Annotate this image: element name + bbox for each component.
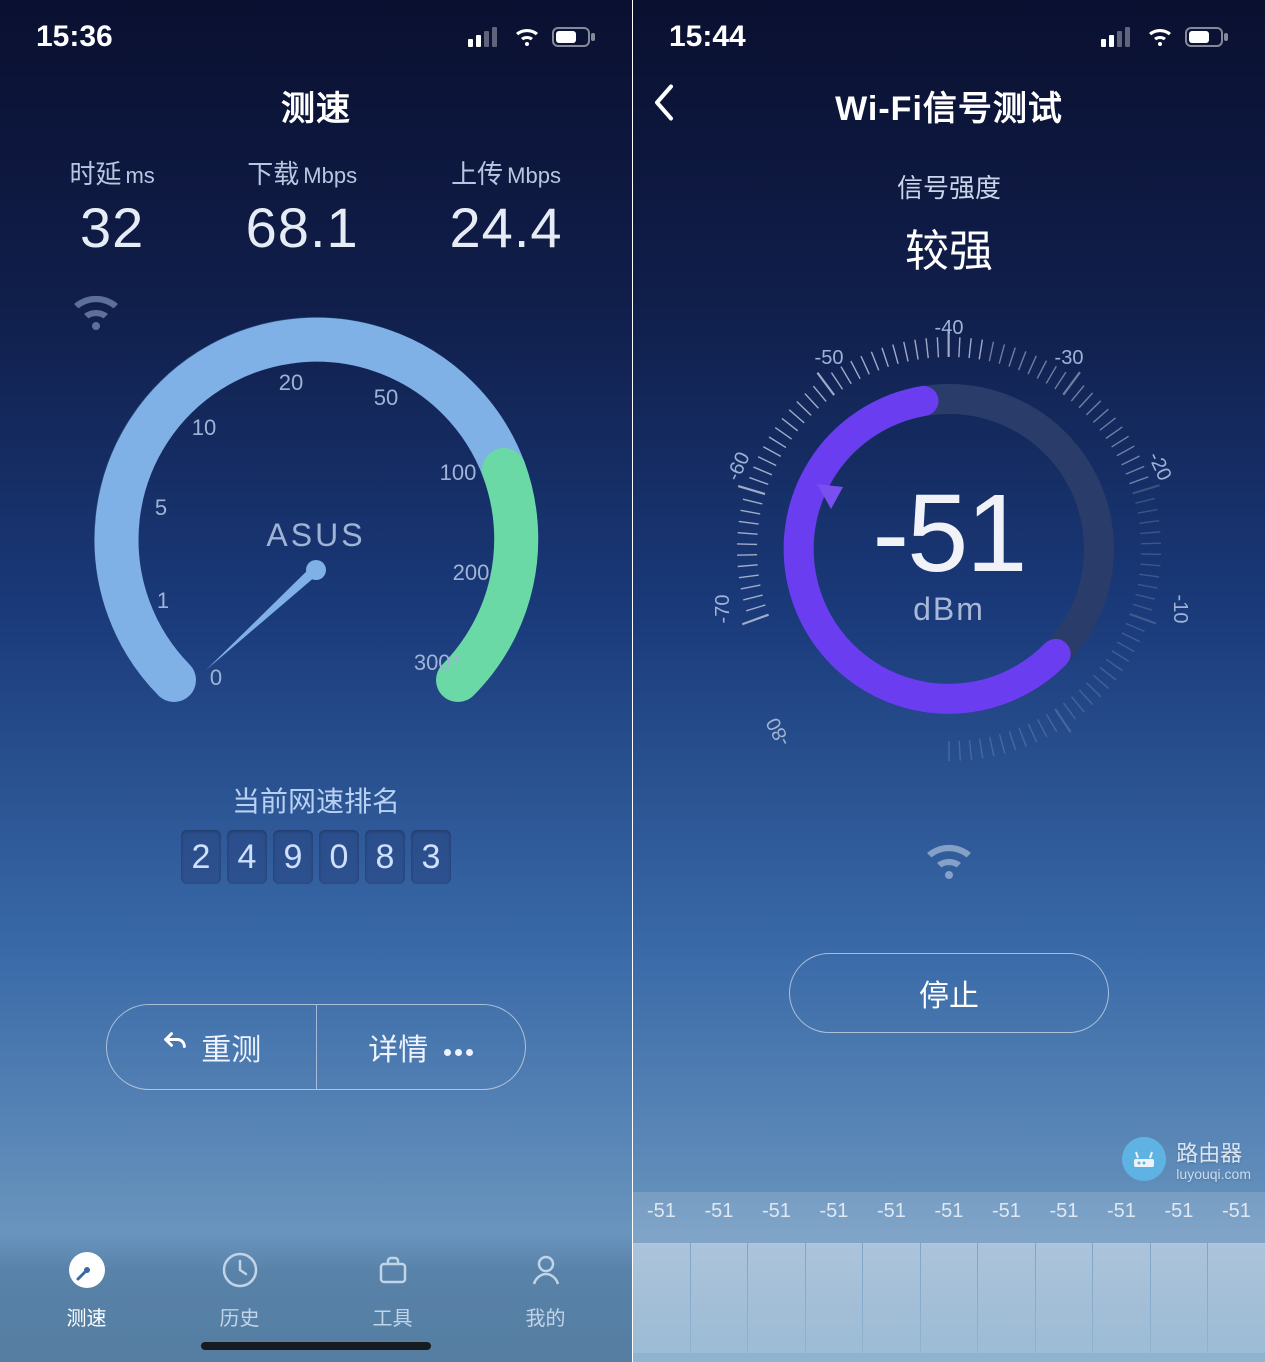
person-icon: [526, 1250, 566, 1296]
history-bar: [978, 1243, 1035, 1354]
watermark-brand: 路由器: [1176, 1141, 1242, 1166]
back-button[interactable]: [651, 83, 677, 128]
history-value: -51: [935, 1200, 964, 1223]
watermark-sub: luyouqi.com: [1176, 1166, 1251, 1182]
stop-label: 停止: [919, 971, 979, 1015]
status-time: 15:36: [36, 20, 113, 54]
strength-level: 较强: [633, 215, 1265, 279]
tab-label: 我的: [526, 1302, 566, 1331]
history-value: -51: [647, 1200, 676, 1223]
more-icon: [440, 1030, 473, 1064]
history-bar: [1151, 1243, 1208, 1354]
tab-label: 工具: [373, 1302, 413, 1331]
retest-button[interactable]: 重测: [107, 1005, 316, 1089]
details-label: 详情: [368, 1025, 428, 1069]
history-value: -51: [877, 1200, 906, 1223]
history-value: -51: [1165, 1200, 1194, 1223]
history-bar: [748, 1243, 805, 1354]
rank-digit: 4: [227, 830, 267, 884]
network-name: ASUS: [266, 517, 365, 554]
download-stat: 下载Mbps 68.1: [246, 154, 359, 260]
rank-digit: 9: [273, 830, 313, 884]
briefcase-icon: [373, 1250, 413, 1296]
history-value: -51: [762, 1200, 791, 1223]
history-bar: [921, 1243, 978, 1354]
history-value: -51: [1050, 1200, 1079, 1223]
history-value: -51: [1107, 1200, 1136, 1223]
rank-digit: 0: [319, 830, 359, 884]
wifi-icon: [512, 26, 542, 48]
clock-icon: [220, 1250, 260, 1296]
download-unit: Mbps: [303, 163, 357, 188]
history-bar: [633, 1243, 690, 1354]
tab-label: 测速: [67, 1302, 107, 1331]
battery-icon: [1185, 26, 1229, 48]
header: Wi-Fi信号测试: [633, 70, 1265, 140]
strength-label: 信号强度: [633, 168, 1265, 205]
tab-label: 历史: [220, 1302, 260, 1331]
upload-label: 上传: [451, 159, 503, 189]
history-bar: [1093, 1243, 1150, 1354]
tab-mine[interactable]: 我的: [526, 1250, 566, 1331]
action-pill: 重测 详情: [106, 1004, 526, 1090]
home-indicator[interactable]: [201, 1342, 431, 1350]
download-label: 下载: [247, 159, 299, 189]
latency-value: 32: [69, 195, 154, 260]
history-value: -51: [705, 1200, 734, 1223]
wifi-icon: [1145, 26, 1175, 48]
watermark: 路由器 luyouqi.com: [1122, 1136, 1251, 1182]
details-button[interactable]: 详情: [317, 1005, 526, 1089]
battery-icon: [552, 26, 596, 48]
undo-icon: [161, 1029, 189, 1065]
header: 测速: [0, 70, 632, 140]
signal-gauge: -40 -50 -30 -60 -20 -70 -10 -80 -51 dBm: [689, 289, 1209, 809]
rank-digit: 2: [181, 830, 221, 884]
status-bar: 15:36: [0, 0, 632, 60]
history-bar: [806, 1243, 863, 1354]
router-logo-icon: [1122, 1137, 1166, 1181]
cellular-icon: [468, 27, 502, 47]
dbm-unit: dBm: [913, 591, 985, 628]
retest-label: 重测: [201, 1025, 261, 1069]
page-title: 测速: [281, 81, 351, 130]
latency-unit: ms: [125, 163, 154, 188]
tab-speed[interactable]: 测速: [67, 1250, 107, 1331]
history-value: -51: [820, 1200, 849, 1223]
upload-stat: 上传Mbps 24.4: [450, 154, 563, 260]
history-strip: -51 -51 -51 -51 -51 -51 -51 -51 -51 -51 -51: [633, 1192, 1265, 1362]
page-title: Wi-Fi信号测试: [835, 81, 1063, 130]
latency-stat: 时延ms 32: [69, 154, 154, 260]
upload-value: 24.4: [450, 195, 563, 260]
history-bar: [863, 1243, 920, 1354]
upload-unit: Mbps: [507, 163, 561, 188]
status-bar: 15:44: [633, 0, 1265, 60]
rank-digit: 3: [411, 830, 451, 884]
tab-history[interactable]: 历史: [220, 1250, 260, 1331]
history-value: -51: [992, 1200, 1021, 1223]
status-time: 15:44: [669, 20, 746, 54]
tab-bar: 测速 历史 工具 我的: [0, 1232, 632, 1362]
speed-ranking: 当前网速排名 2 4 9 0 8 3: [0, 780, 632, 884]
gauge-icon: [67, 1250, 107, 1296]
history-bar: [1208, 1243, 1265, 1354]
stop-button[interactable]: 停止: [789, 953, 1109, 1033]
left-phone: 15:36 测速 时延ms: [0, 0, 632, 1362]
right-phone: 15:44 Wi-Fi信号测试: [633, 0, 1265, 1362]
dbm-value: -51: [873, 470, 1026, 597]
cellular-icon: [1101, 27, 1135, 47]
download-value: 68.1: [246, 195, 359, 260]
wifi-icon: [633, 839, 1265, 883]
rank-digit: 8: [365, 830, 405, 884]
tab-tools[interactable]: 工具: [373, 1250, 413, 1331]
history-value: -51: [1222, 1200, 1251, 1223]
history-bar: [691, 1243, 748, 1354]
history-bar: [1036, 1243, 1093, 1354]
latency-label: 时延: [69, 159, 121, 189]
speed-gauge: 0 1 5 10 20 50 100 200 300⁺: [66, 290, 566, 790]
